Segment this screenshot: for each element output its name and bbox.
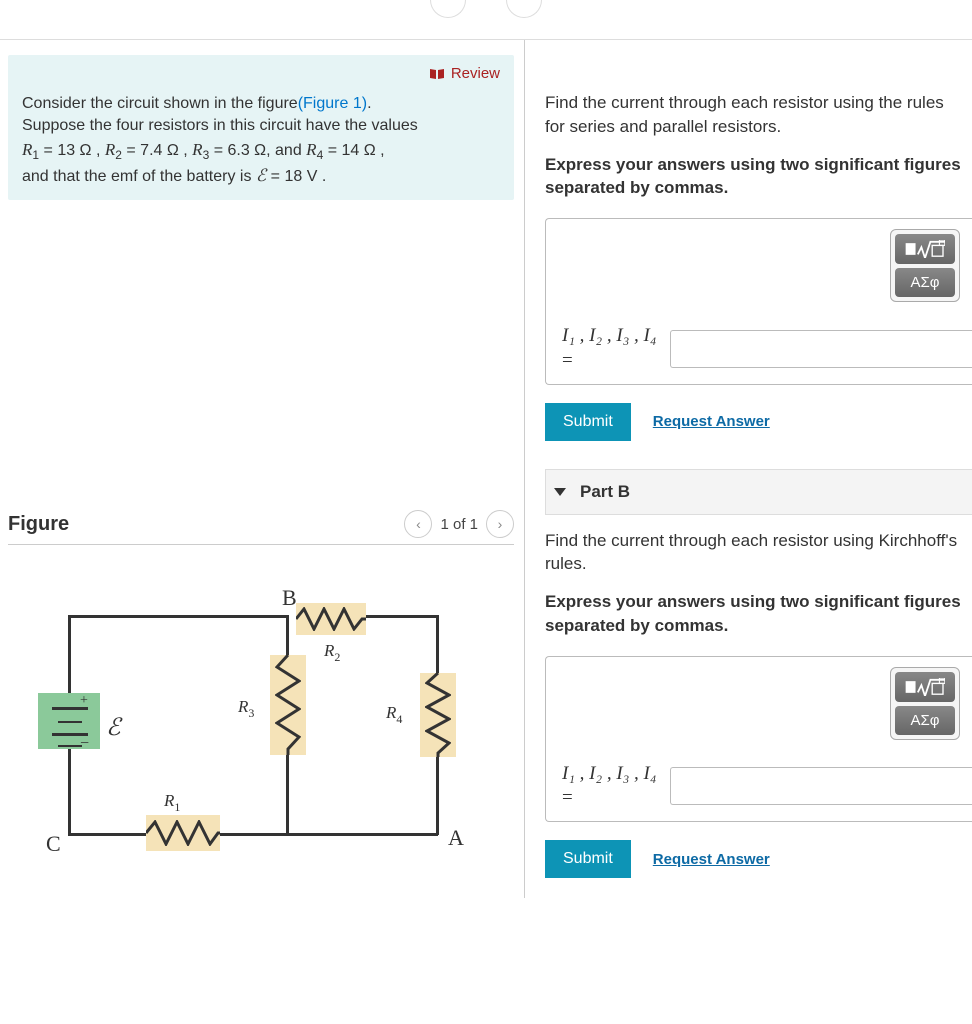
math-template-button-b[interactable] — [895, 672, 955, 702]
problem-statement: Review Consider the circuit shown in the… — [8, 55, 514, 200]
resistor-r1 — [146, 815, 220, 851]
submit-button-a[interactable]: Submit — [545, 403, 631, 441]
problem-text: Consider the circuit shown in the figure… — [22, 93, 500, 188]
r2-label: R2 — [324, 639, 340, 665]
top-nav-circles — [0, 0, 972, 24]
resistor-r2 — [296, 603, 366, 635]
request-answer-b[interactable]: Request Answer — [653, 851, 770, 868]
r4-label: R4 — [386, 701, 402, 727]
battery-plus: + — [80, 693, 88, 709]
figure-counter: 1 of 1 — [440, 516, 478, 533]
part-a-instruction: Express your answers using two significa… — [545, 153, 972, 201]
resistor-r3 — [270, 655, 306, 755]
r1-label: R1 — [164, 789, 180, 815]
math-template-button[interactable] — [895, 234, 955, 264]
node-a: A — [448, 825, 464, 851]
circuit-diagram: + − ℰ R2 R1 R3 R4 B — [28, 585, 468, 875]
part-b-instruction: Express your answers using two significa… — [545, 590, 972, 638]
request-answer-a[interactable]: Request Answer — [653, 413, 770, 430]
emf-label: ℰ — [106, 713, 121, 742]
figure-title: Figure — [8, 513, 69, 536]
node-c: C — [46, 831, 61, 857]
answer-vars-b: I₁ , I₂ , I₃ , I₄ = — [562, 762, 656, 811]
figure-header: Figure ‹ 1 of 1 › — [8, 510, 514, 545]
node-b: B — [282, 585, 297, 611]
greek-symbols-button[interactable]: ΑΣφ — [895, 268, 955, 297]
greek-symbols-button-b[interactable]: ΑΣφ — [895, 706, 955, 735]
part-a: Find the current through each resistor u… — [545, 55, 972, 441]
chevron-down-icon — [554, 488, 566, 496]
book-icon — [429, 68, 445, 80]
answer-input-a[interactable] — [670, 330, 972, 368]
part-a-question: Find the current through each resistor u… — [545, 91, 972, 139]
part-b: Find the current through each resistor u… — [545, 529, 972, 879]
answer-box-a: ΑΣφ I₁ , I₂ , I₃ , I₄ = — [545, 218, 972, 384]
figure-next-button[interactable]: › — [486, 510, 514, 538]
battery-minus: − — [80, 735, 89, 753]
review-label: Review — [451, 65, 500, 82]
review-link[interactable]: Review — [429, 65, 500, 82]
part-b-header[interactable]: Part B — [545, 469, 972, 515]
answer-input-b[interactable] — [670, 767, 972, 805]
figure-link[interactable]: (Figure 1) — [298, 95, 367, 112]
sqrt-icon — [905, 678, 945, 696]
sqrt-icon — [905, 240, 945, 258]
part-b-title: Part B — [580, 482, 630, 502]
resistor-r4 — [420, 673, 456, 757]
r3-label: R3 — [238, 695, 254, 721]
submit-button-b[interactable]: Submit — [545, 840, 631, 878]
answer-box-b: ΑΣφ I₁ , I₂ , I₃ , I₄ = — [545, 656, 972, 822]
part-b-question: Find the current through each resistor u… — [545, 529, 972, 577]
answer-vars-a: I₁ , I₂ , I₃ , I₄ = — [562, 324, 656, 373]
figure-prev-button[interactable]: ‹ — [404, 510, 432, 538]
